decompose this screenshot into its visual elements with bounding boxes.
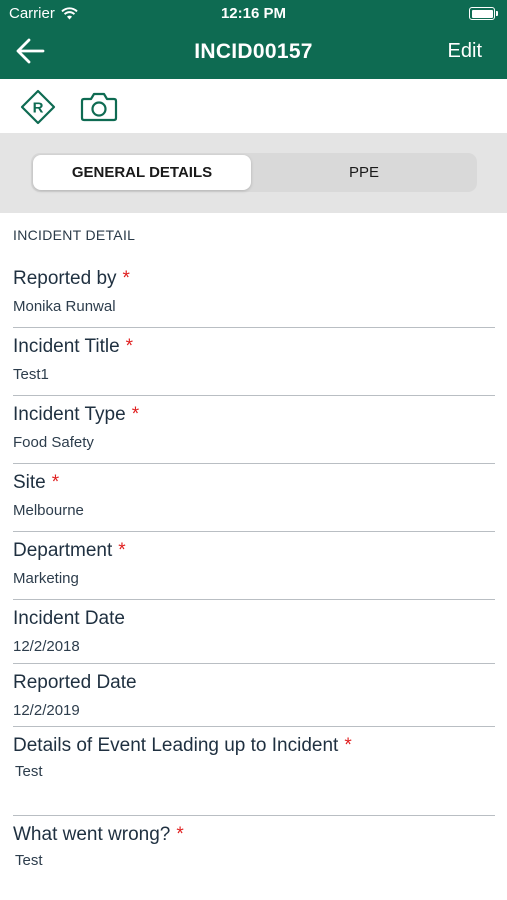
field-value: Test xyxy=(15,852,43,869)
required-marker: * xyxy=(122,268,130,289)
status-time: 12:16 PM xyxy=(220,5,287,22)
field-value: Test xyxy=(15,763,43,780)
section-heading: INCIDENT DETAIL xyxy=(13,227,136,243)
field-incident-type[interactable]: Incident Type * Food Safety xyxy=(13,404,495,451)
field-incident-title[interactable]: Incident Title * Test1 xyxy=(13,336,495,383)
field-label: Incident Title xyxy=(13,336,120,357)
segmented-control: GENERAL DETAILS PPE xyxy=(31,153,477,192)
field-label: Details of Event Leading up to Incident xyxy=(13,735,339,756)
required-marker: * xyxy=(176,824,184,845)
required-marker: * xyxy=(131,404,140,425)
page-title: INCID00157 xyxy=(194,40,313,63)
r-diamond-icon[interactable]: R xyxy=(20,89,56,125)
divider xyxy=(13,327,495,328)
field-label: Incident Type xyxy=(13,404,126,425)
divider xyxy=(13,726,495,727)
edit-button[interactable]: Edit xyxy=(448,40,482,63)
field-what-went-wrong[interactable]: What went wrong? * Test xyxy=(13,824,495,869)
field-reported-date[interactable]: Reported Date 12/2/2019 xyxy=(13,672,495,719)
field-label: Reported Date xyxy=(13,672,137,693)
camera-icon[interactable] xyxy=(80,90,118,122)
field-event-details[interactable]: Details of Event Leading up to Incident *… xyxy=(13,735,495,780)
field-incident-date[interactable]: Incident Date 12/2/2018 xyxy=(13,608,495,655)
field-label: What went wrong? xyxy=(13,824,171,845)
field-value: Monika Runwal xyxy=(13,298,116,315)
toolbar: R xyxy=(0,79,507,133)
required-marker: * xyxy=(118,540,126,561)
required-marker: * xyxy=(125,336,134,357)
divider xyxy=(13,463,495,464)
required-marker: * xyxy=(344,735,352,756)
required-marker: * xyxy=(51,472,60,493)
divider xyxy=(13,599,495,600)
divider xyxy=(13,531,495,532)
field-label: Site xyxy=(13,472,46,493)
field-label: Incident Date xyxy=(13,608,125,629)
tab-general-details[interactable]: GENERAL DETAILS xyxy=(33,155,251,190)
svg-text:R: R xyxy=(33,100,44,117)
field-label: Reported by xyxy=(13,268,117,289)
divider xyxy=(13,815,495,816)
field-value: Marketing xyxy=(13,570,79,587)
status-bar: Carrier 12:16 PM xyxy=(0,0,507,28)
field-value: 12/2/2019 xyxy=(13,702,80,719)
divider xyxy=(13,663,495,664)
divider xyxy=(13,395,495,396)
field-value: Melbourne xyxy=(13,502,84,519)
field-value: 12/2/2018 xyxy=(13,638,80,655)
tab-ppe[interactable]: PPE xyxy=(253,155,475,190)
header: Carrier 12:16 PM INCID00157 Edit xyxy=(0,0,507,79)
field-label: Department xyxy=(13,540,113,561)
battery-icon xyxy=(469,7,498,20)
field-department[interactable]: Department * Marketing xyxy=(13,540,495,587)
segment-area: GENERAL DETAILS PPE xyxy=(0,133,507,213)
field-reported-by[interactable]: Reported by * Monika Runwal xyxy=(13,268,495,315)
field-value: Test1 xyxy=(13,366,49,383)
field-value: Food Safety xyxy=(13,434,94,451)
field-site[interactable]: Site * Melbourne xyxy=(13,472,495,519)
